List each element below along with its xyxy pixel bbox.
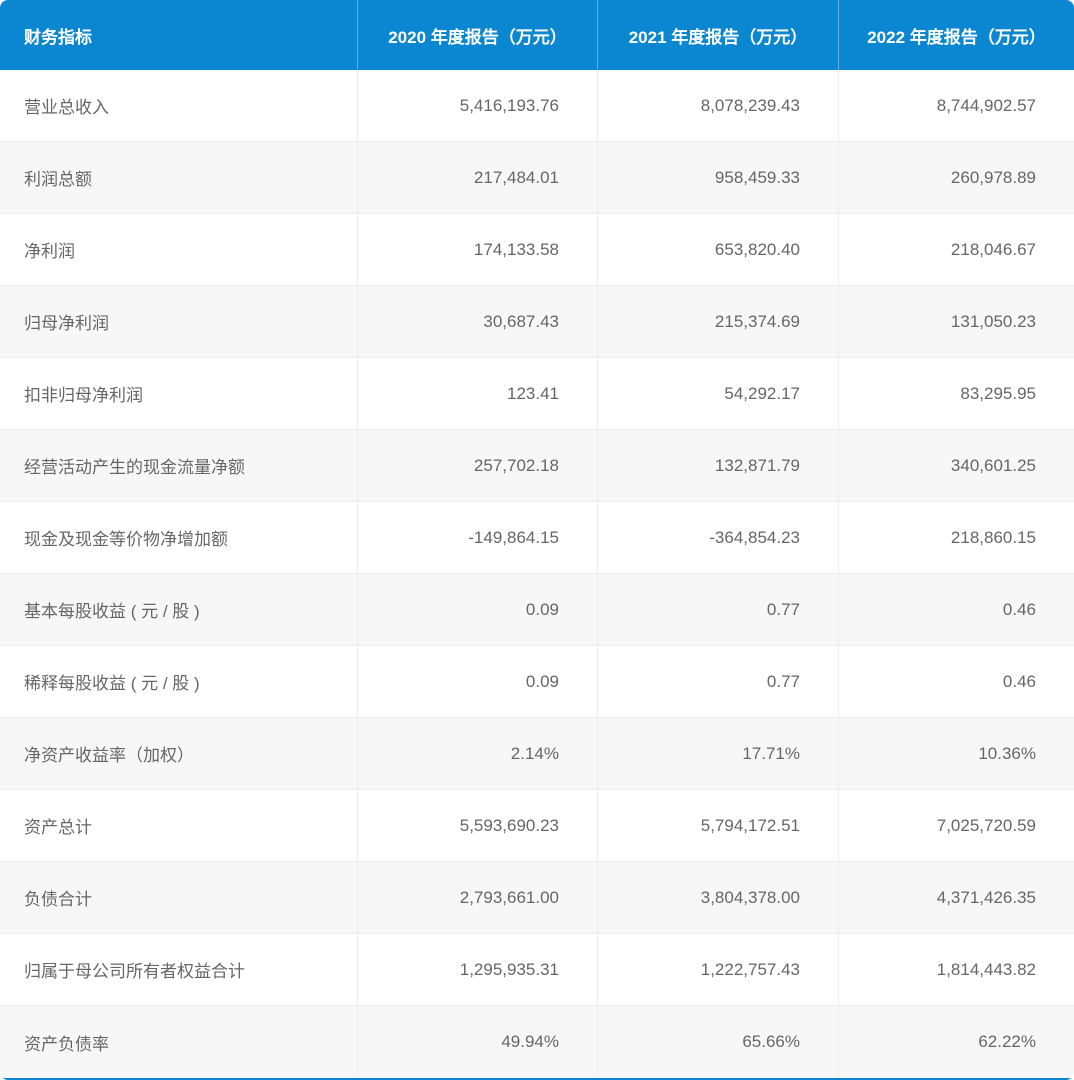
row-value-2022: 1,814,443.82 [838, 934, 1074, 1005]
row-indicator-label: 归属于母公司所有者权益合计 [24, 962, 245, 981]
row-value-2021: 0.77 [597, 574, 838, 645]
row-indicator-label: 经营活动产生的现金流量净额 [24, 458, 245, 477]
row-value-2021: 215,374.69 [597, 286, 838, 357]
row-indicator-label: 扣非归母净利润 [24, 386, 143, 405]
table-row: 稀释每股收益 ( 元 / 股 ) 0.09 0.77 0.46 [0, 646, 1074, 718]
row-value-2020: 174,133.58 [357, 214, 597, 285]
table-header-row: 财务指标 2020 年度报告（万元） 2021 年度报告（万元） 2022 年度… [0, 0, 1074, 70]
financial-indicators-table: 财务指标 2020 年度报告（万元） 2021 年度报告（万元） 2022 年度… [0, 0, 1074, 1080]
row-value-2020: 2,793,661.00 [357, 862, 597, 933]
row-indicator-label: 资产总计 [24, 818, 92, 837]
row-value-2022: 7,025,720.59 [838, 790, 1074, 861]
row-value-2022: 83,295.95 [838, 358, 1074, 429]
row-value-2022: 340,601.25 [838, 430, 1074, 501]
header-column-2022: 2022 年度报告（万元） [838, 0, 1074, 70]
row-value-2021: 8,078,239.43 [597, 70, 838, 141]
row-value-2021: 1,222,757.43 [597, 934, 838, 1005]
table-row: 现金及现金等价物净增加额 -149,864.15 -364,854.23 218… [0, 502, 1074, 574]
row-value-2020: 5,593,690.23 [357, 790, 597, 861]
row-indicator-label: 稀释每股收益 ( 元 / 股 ) [24, 674, 200, 693]
table-row: 净利润 174,133.58 653,820.40 218,046.67 [0, 214, 1074, 286]
row-indicator-label: 净资产收益率（加权） [24, 746, 194, 765]
table-row: 净资产收益率（加权） 2.14% 17.71% 10.36% [0, 718, 1074, 790]
row-value-2021: 5,794,172.51 [597, 790, 838, 861]
table-row: 负债合计 2,793,661.00 3,804,378.00 4,371,426… [0, 862, 1074, 934]
row-indicator-label: 利润总额 [24, 170, 92, 189]
row-value-2022: 218,860.15 [838, 502, 1074, 573]
row-value-2022: 131,050.23 [838, 286, 1074, 357]
row-value-2020: 1,295,935.31 [357, 934, 597, 1005]
row-value-2021: 65.66% [597, 1006, 838, 1078]
row-value-2020: 5,416,193.76 [357, 70, 597, 141]
table-row: 经营活动产生的现金流量净额 257,702.18 132,871.79 340,… [0, 430, 1074, 502]
table-row: 扣非归母净利润 123.41 54,292.17 83,295.95 [0, 358, 1074, 430]
row-value-2021: -364,854.23 [597, 502, 838, 573]
row-value-2021: 17.71% [597, 718, 838, 789]
row-value-2021: 54,292.17 [597, 358, 838, 429]
row-indicator-label: 归母净利润 [24, 314, 109, 333]
table-row: 营业总收入 5,416,193.76 8,078,239.43 8,744,90… [0, 70, 1074, 142]
row-value-2020: 0.09 [357, 646, 597, 717]
row-value-2021: 653,820.40 [597, 214, 838, 285]
row-value-2022: 0.46 [838, 646, 1074, 717]
table-body: 营业总收入 5,416,193.76 8,078,239.43 8,744,90… [0, 70, 1074, 1078]
header-column-2020: 2020 年度报告（万元） [357, 0, 597, 70]
row-value-2020: 217,484.01 [357, 142, 597, 213]
row-value-2020: 2.14% [357, 718, 597, 789]
header-indicator-label: 财务指标 [24, 27, 92, 47]
row-value-2022: 8,744,902.57 [838, 70, 1074, 141]
row-value-2022: 218,046.67 [838, 214, 1074, 285]
table-row: 资产总计 5,593,690.23 5,794,172.51 7,025,720… [0, 790, 1074, 862]
row-indicator-label: 资产负债率 [24, 1034, 109, 1054]
row-value-2020: 123.41 [357, 358, 597, 429]
table-row: 基本每股收益 ( 元 / 股 ) 0.09 0.77 0.46 [0, 574, 1074, 646]
row-value-2020: 257,702.18 [357, 430, 597, 501]
row-value-2022: 62.22% [838, 1006, 1074, 1078]
row-value-2021: 132,871.79 [597, 430, 838, 501]
row-value-2021: 3,804,378.00 [597, 862, 838, 933]
row-value-2021: 958,459.33 [597, 142, 838, 213]
row-value-2022: 4,371,426.35 [838, 862, 1074, 933]
row-value-2021: 0.77 [597, 646, 838, 717]
row-indicator-label: 基本每股收益 ( 元 / 股 ) [24, 602, 200, 621]
table-row: 归属于母公司所有者权益合计 1,295,935.31 1,222,757.43 … [0, 934, 1074, 1006]
row-value-2022: 10.36% [838, 718, 1074, 789]
row-indicator-label: 净利润 [24, 242, 75, 261]
row-value-2020: 0.09 [357, 574, 597, 645]
row-indicator-label: 负债合计 [24, 890, 92, 909]
row-value-2020: 30,687.43 [357, 286, 597, 357]
row-value-2020: 49.94% [357, 1006, 597, 1078]
row-value-2022: 260,978.89 [838, 142, 1074, 213]
row-indicator-label: 营业总收入 [24, 98, 109, 117]
header-column-2021: 2021 年度报告（万元） [597, 0, 838, 70]
row-value-2020: -149,864.15 [357, 502, 597, 573]
table-row: 利润总额 217,484.01 958,459.33 260,978.89 [0, 142, 1074, 214]
row-indicator-label: 现金及现金等价物净增加额 [24, 530, 228, 549]
table-row: 归母净利润 30,687.43 215,374.69 131,050.23 [0, 286, 1074, 358]
row-value-2022: 0.46 [838, 574, 1074, 645]
table-row: 资产负债率 49.94% 65.66% 62.22% [0, 1006, 1074, 1078]
